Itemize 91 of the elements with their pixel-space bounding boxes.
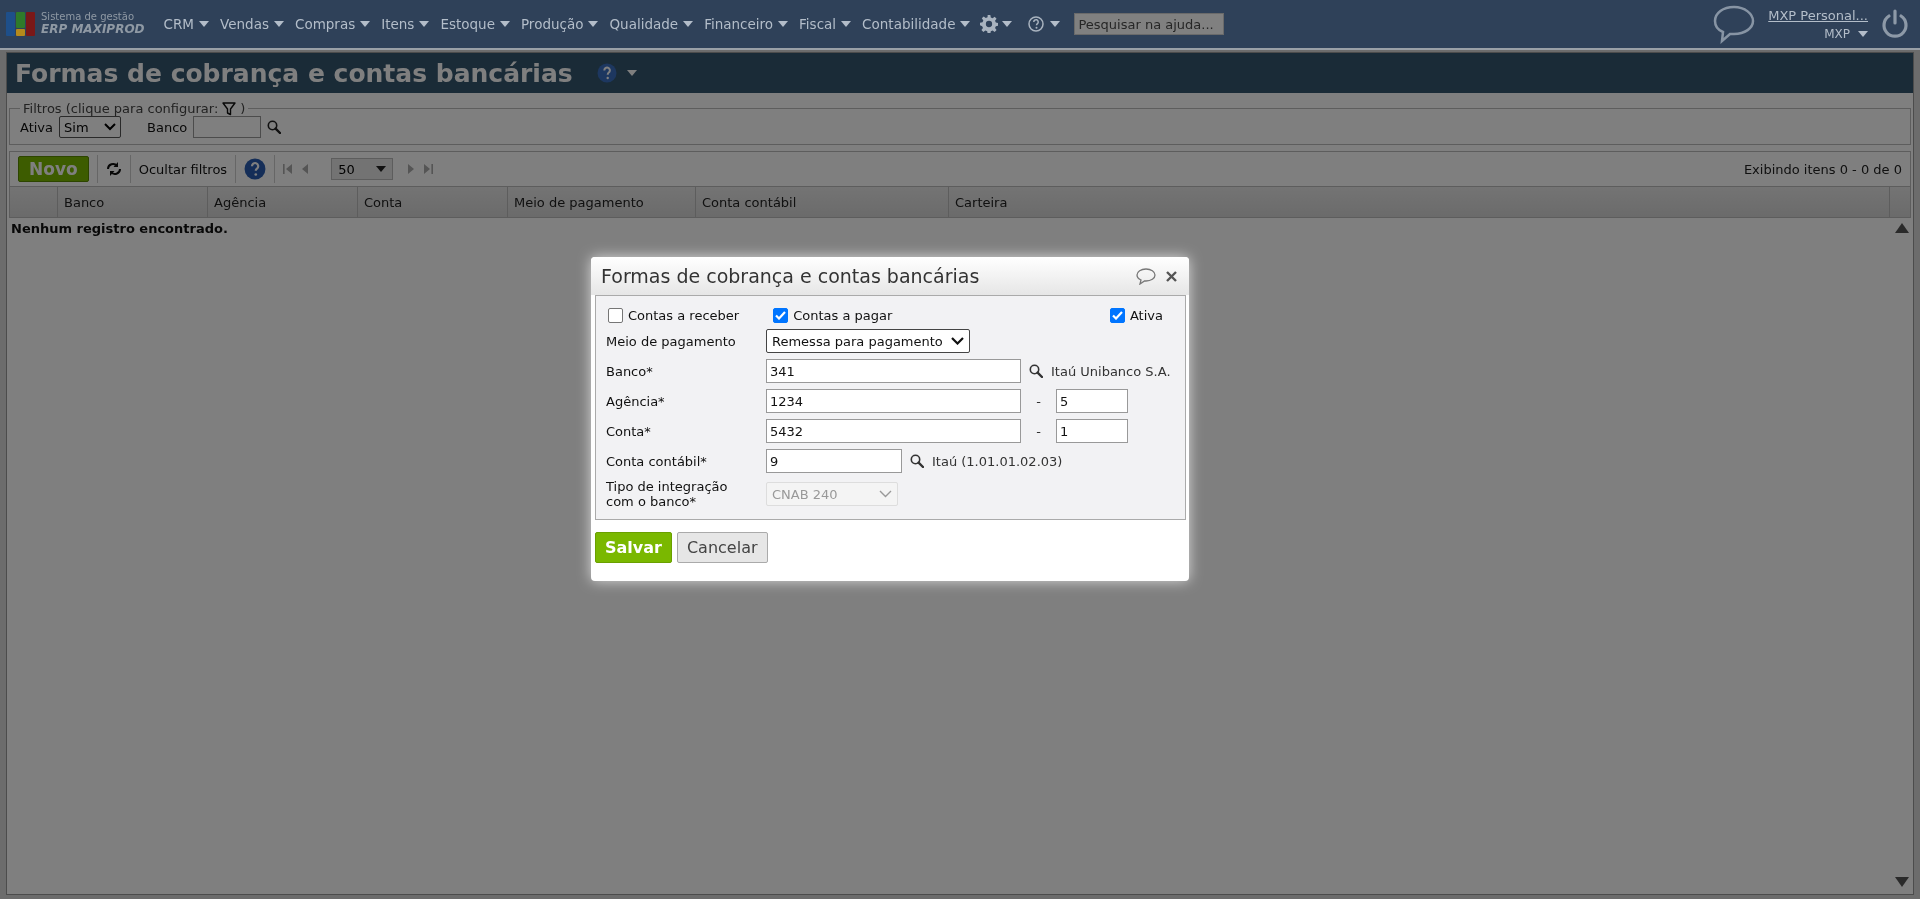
column-header[interactable]: Conta (358, 187, 508, 217)
page-size-select[interactable]: 50 (331, 158, 394, 180)
close-icon[interactable] (1166, 270, 1177, 282)
caret-icon (1050, 21, 1061, 27)
caret-icon (588, 21, 599, 27)
field-label: Conta contábil* (606, 453, 708, 469)
filter-label: Ativa (20, 119, 54, 135)
digit-field[interactable]: 1 (1056, 419, 1128, 443)
column-header[interactable]: Carteira (949, 187, 1890, 217)
filter-label: Banco (147, 119, 188, 135)
input-field[interactable]: 1234 (766, 389, 1021, 413)
checkbox-label: Contas a pagar (793, 308, 893, 323)
logo-subtitle: Sistema de gestão (41, 12, 135, 23)
cancel-button[interactable]: Cancelar (676, 532, 768, 563)
caret-icon (419, 21, 430, 27)
nav-menu-item[interactable]: Fiscal (794, 16, 842, 32)
caret-icon (499, 21, 510, 27)
caret-icon (683, 21, 694, 27)
digit-field[interactable]: 5 (1056, 389, 1128, 413)
lookup-description: Itaú Unibanco S.A. (1051, 363, 1171, 379)
filter-icon[interactable] (222, 101, 237, 116)
help-icon[interactable] (244, 158, 267, 180)
nav-menu-item[interactable]: Estoque (435, 16, 500, 32)
help-icon[interactable] (596, 63, 617, 83)
comment-icon[interactable] (1136, 267, 1156, 285)
field-label: Agência* (606, 393, 666, 409)
input-field[interactable]: 341 (766, 359, 1021, 383)
nav-menu-item[interactable]: Qualidade (604, 16, 684, 32)
caret-icon (1858, 30, 1868, 37)
separator: - (1035, 423, 1042, 439)
select-field: CNAB 240 (766, 482, 898, 506)
column-header[interactable]: Meio de pagamento (508, 187, 696, 217)
empty-message: Nenhum registro encontrado. (10, 220, 229, 238)
caret-icon (1002, 21, 1013, 27)
field-label: Tipo de integração com o banco* (606, 479, 729, 509)
hide-filters-button[interactable]: Ocultar filtros (138, 161, 228, 177)
field-label: Conta* (606, 423, 652, 439)
dialog-title: Formas de cobrança e contas bancárias (601, 265, 981, 287)
lookup-description: Itaú (1.01.01.02.03) (932, 453, 1063, 469)
field-label: Meio de pagamento (606, 333, 736, 349)
column-header[interactable]: Agência (208, 187, 358, 217)
separator: - (1035, 393, 1042, 409)
logo-icon (6, 12, 36, 36)
nav-menu-item[interactable]: Itens (376, 16, 420, 32)
input-field[interactable]: 5432 (766, 419, 1021, 443)
caret-icon (626, 70, 637, 76)
filters-legend-end: ) (240, 101, 246, 116)
search-icon[interactable] (1029, 364, 1043, 378)
caret-icon (960, 21, 971, 27)
help-icon[interactable] (1028, 16, 1045, 32)
column-header[interactable]: Banco (58, 187, 208, 217)
filter-input[interactable] (193, 116, 262, 138)
checkbox-label: Ativa (1129, 308, 1163, 323)
nav-menu-item[interactable]: CRM (158, 16, 200, 32)
checkbox[interactable] (773, 308, 789, 323)
column-header[interactable]: Conta contábil (696, 187, 949, 217)
caret-icon[interactable] (376, 166, 387, 172)
caret-icon (778, 21, 789, 27)
page-title: Formas de cobrança e contas bancárias (15, 58, 573, 88)
nav-menu-item[interactable]: Produção (515, 16, 589, 32)
caret-icon (360, 21, 371, 27)
nav-menu-item[interactable]: Financeiro (699, 16, 779, 32)
nav-menu-item[interactable]: Vendas (215, 16, 274, 32)
caret-icon (841, 21, 852, 27)
checkbox-label: Contas a receber (628, 308, 740, 323)
items-summary: Exibindo itens 0 - 0 de 0 (1743, 161, 1902, 177)
user-name-link[interactable]: MXP Personal... (1768, 7, 1868, 23)
refresh-icon[interactable] (105, 162, 122, 176)
power-icon[interactable] (1880, 9, 1910, 39)
filter-select[interactable]: Sim (59, 116, 122, 138)
select-field[interactable]: Remessa para pagamento (766, 329, 970, 353)
chevron-down-icon[interactable] (950, 337, 964, 345)
checkbox[interactable] (1109, 308, 1125, 323)
help-search-field[interactable]: Pesquisar na ajuda... (1074, 13, 1225, 35)
nav-menu-item[interactable]: Contabilidade (857, 16, 961, 32)
checkbox[interactable] (608, 308, 623, 323)
logo-title: ERP MAXIPROD (41, 22, 145, 36)
field-label: Banco* (606, 363, 654, 379)
scroll-up-icon[interactable] (1895, 223, 1909, 233)
scroll-down-icon[interactable] (1895, 877, 1909, 887)
chevron-down-icon (879, 490, 892, 498)
search-icon[interactable] (910, 454, 924, 468)
input-field[interactable]: 9 (766, 449, 902, 473)
settings-icon[interactable] (980, 15, 999, 33)
search-icon[interactable] (267, 120, 282, 134)
chat-icon[interactable] (1712, 4, 1757, 44)
filters-legend: Filtros (clique para configurar: (23, 101, 219, 116)
caret-icon (199, 21, 210, 27)
company-name[interactable]: MXP (1824, 26, 1850, 41)
caret-icon (273, 21, 284, 27)
nav-menu-item[interactable]: Compras (289, 16, 361, 32)
